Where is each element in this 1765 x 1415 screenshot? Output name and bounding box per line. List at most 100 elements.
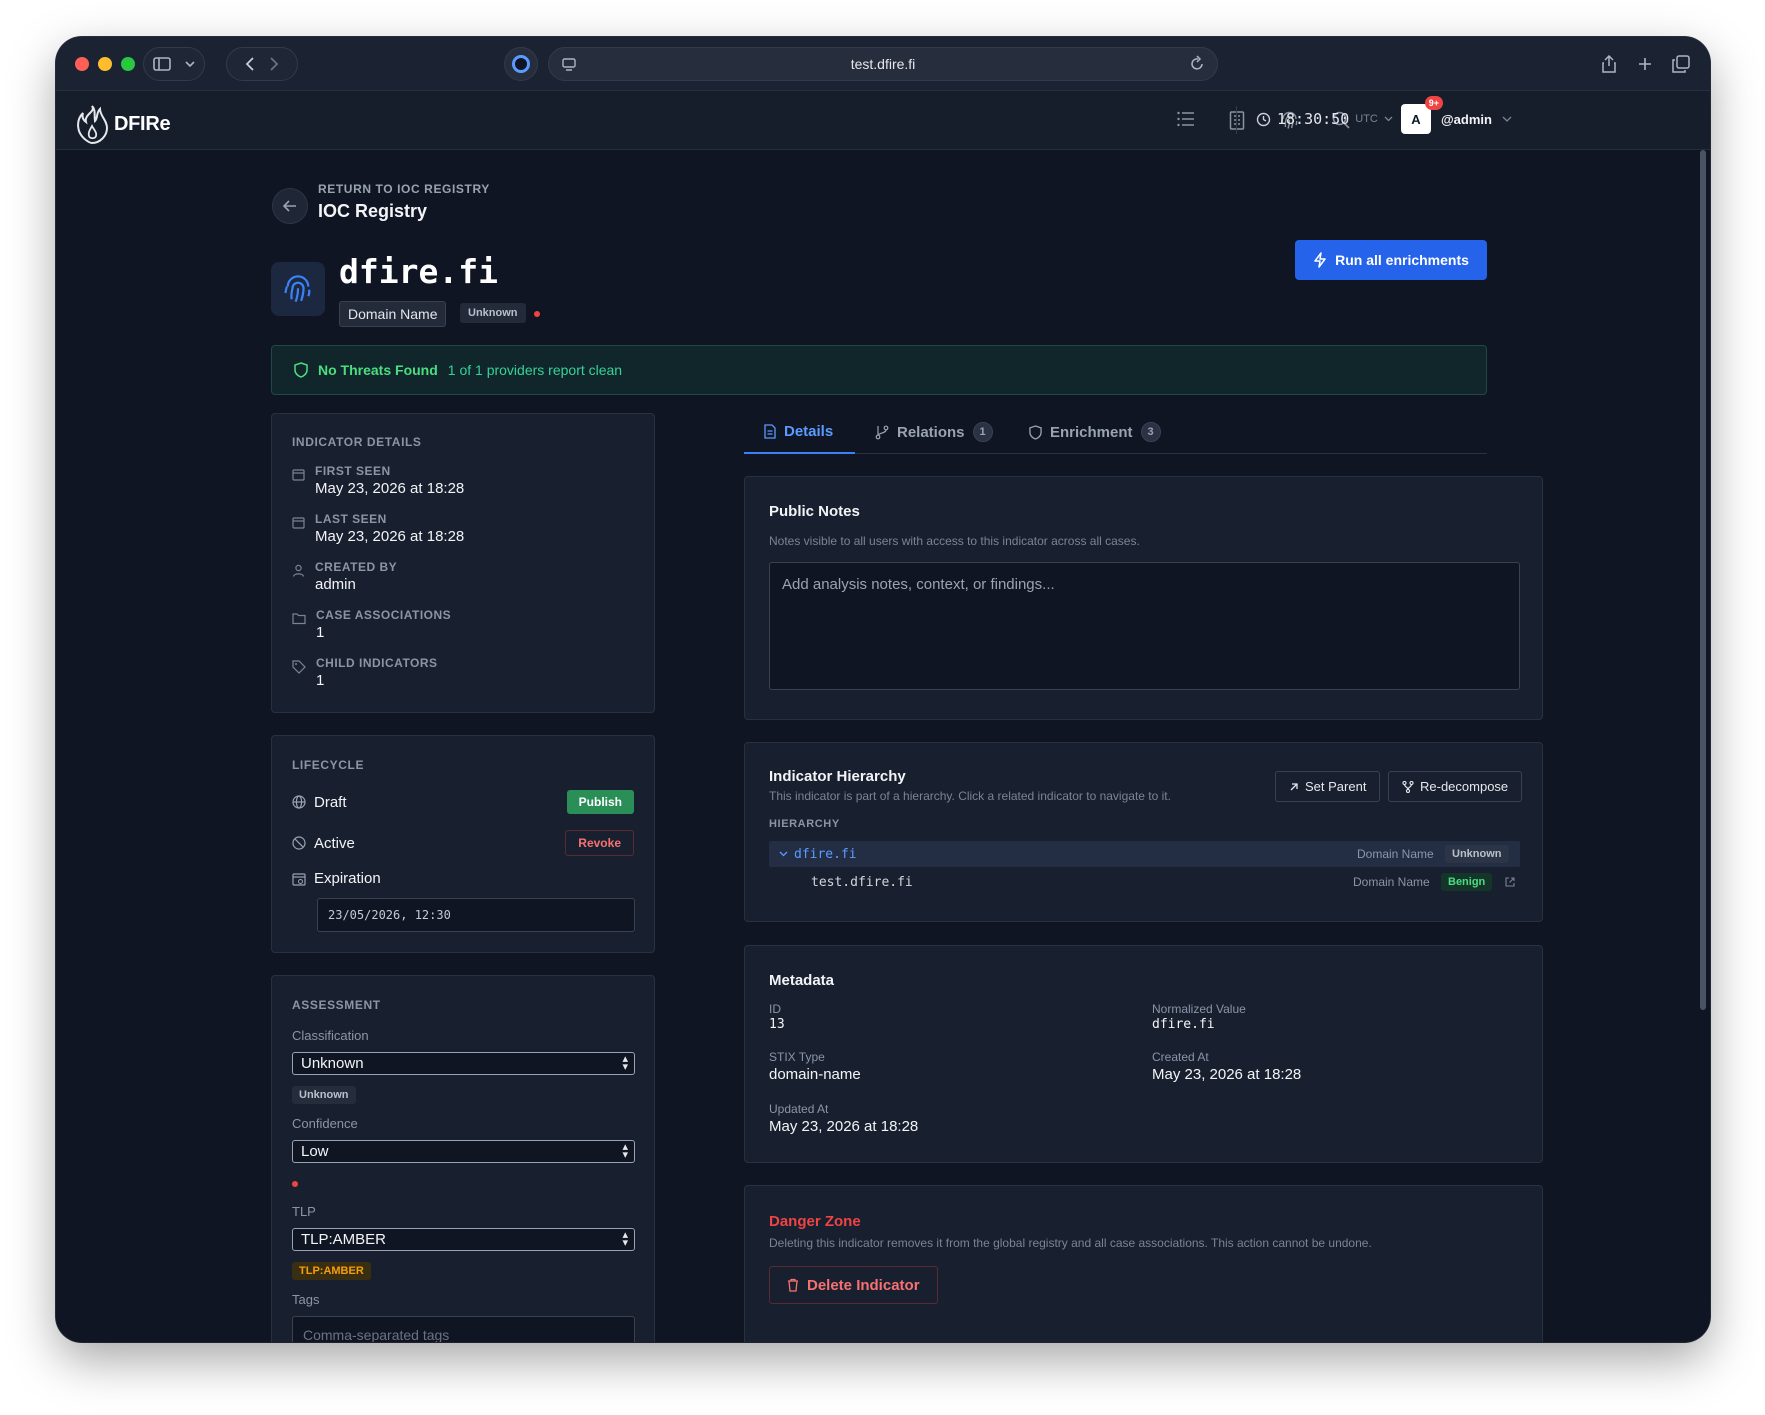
browser-toolbar: test.dfire.fi: [56, 37, 1710, 91]
tlp-badge: TLP:AMBER: [292, 1262, 371, 1280]
back-button[interactable]: [272, 188, 308, 224]
utc-clock[interactable]: 18:30:50 UTC: [1256, 110, 1393, 128]
back-arrow-icon[interactable]: [245, 56, 255, 72]
scrollbar[interactable]: [1700, 150, 1706, 1010]
hierarchy-classification-badge: Unknown: [1445, 845, 1509, 863]
last-seen-value: May 23, 2026 at 18:28: [315, 528, 465, 545]
brand-logo[interactable]: DFIRe: [74, 104, 171, 144]
reload-icon[interactable]: [1189, 55, 1205, 73]
ban-icon: [292, 836, 306, 850]
browser-window: test.dfire.fi DFIRe 18:30:50 UTC A 9+ @a…: [56, 37, 1710, 1342]
metadata-id: 13: [769, 1017, 785, 1032]
chevron-down-icon: [1502, 116, 1512, 122]
danger-zone-card: Danger Zone Deleting this indicator remo…: [744, 1185, 1543, 1342]
indicator-tabs: Details Relations 1 Enrichment 3: [744, 410, 1487, 454]
new-tab-button[interactable]: [1628, 47, 1662, 81]
building-icon[interactable]: [1229, 111, 1245, 130]
tlp-label: TLP: [292, 1204, 316, 1219]
metadata-created-at: May 23, 2026 at 18:28: [1152, 1066, 1302, 1083]
expiration-datetime-input[interactable]: 23/05/2026, 12:30: [317, 898, 635, 932]
arrow-up-right-icon: [1290, 782, 1298, 790]
user-menu[interactable]: A 9+ @admin: [1401, 96, 1512, 134]
tag-icon: [292, 660, 306, 674]
card-heading: INDICATOR DETAILS: [292, 435, 422, 449]
lifecycle-active-row: Active Revoke: [292, 830, 634, 856]
page-settings-icon[interactable]: [561, 56, 577, 72]
arrow-left-icon: [283, 200, 296, 212]
calendar-icon: [292, 517, 305, 529]
hierarchy-type: Domain Name: [1357, 847, 1434, 861]
re-decompose-button[interactable]: Re-decompose: [1388, 771, 1523, 802]
git-branch-icon: [875, 425, 889, 439]
card-title: Metadata: [769, 972, 835, 989]
danger-zone-description: Deleting this indicator removes it from …: [769, 1236, 1372, 1250]
address-bar[interactable]: test.dfire.fi: [548, 47, 1218, 81]
chevron-down-icon[interactable]: [779, 851, 788, 857]
tabs-overview-icon: [1672, 55, 1690, 73]
external-link-icon[interactable]: [1505, 877, 1515, 887]
chevron-down-icon: [185, 61, 195, 68]
username: @admin: [1441, 111, 1492, 127]
tab-relations[interactable]: Relations 1: [875, 410, 993, 454]
notification-badge: 9+: [1424, 96, 1443, 110]
metadata-updated-at: May 23, 2026 at 18:28: [769, 1118, 919, 1135]
indicator-hierarchy-card: Indicator Hierarchy This indicator is pa…: [744, 742, 1543, 922]
tags-input[interactable]: Comma-separated tags: [292, 1316, 635, 1342]
public-notes-textarea[interactable]: Add analysis notes, context, or findings…: [769, 562, 1520, 690]
card-title: Public Notes: [769, 503, 860, 520]
forward-arrow-icon[interactable]: [269, 56, 279, 72]
select-arrows-icon: ▴ ▾: [622, 1141, 628, 1161]
hierarchy-row-child[interactable]: test.dfire.fi Domain Name Benign: [769, 869, 1520, 895]
tab-overview-button[interactable]: [1664, 47, 1698, 81]
breadcrumb-title[interactable]: IOC Registry: [318, 201, 427, 222]
enrichment-count: 3: [1140, 422, 1161, 442]
last-seen-row: LAST SEEN May 23, 2026 at 18:28: [292, 512, 464, 545]
zoom-window-button[interactable]: [121, 57, 135, 71]
created-by-value: admin: [315, 576, 356, 593]
shield-icon: [1029, 424, 1042, 440]
threat-title: No Threats Found: [318, 362, 438, 378]
hierarchy-row-parent[interactable]: dfire.fi Domain Name Unknown: [769, 841, 1520, 867]
card-description: This indicator is part of a hierarchy. C…: [769, 789, 1171, 803]
metadata-normalized-value: dfire.fi: [1152, 1017, 1215, 1032]
app-header: DFIRe 18:30:50 UTC A 9+ @admin: [56, 91, 1710, 150]
clock-timezone: UTC: [1355, 113, 1378, 125]
set-parent-button[interactable]: Set Parent: [1275, 771, 1381, 802]
first-seen-value: May 23, 2026 at 18:28: [315, 480, 465, 497]
tlp-select[interactable]: TLP:AMBER ▴ ▾: [292, 1228, 635, 1251]
indicator-type-badge: Domain Name: [339, 301, 447, 327]
threat-subtitle: 1 of 1 providers report clean: [447, 362, 623, 378]
git-fork-icon: [1402, 780, 1414, 793]
tab-enrichment[interactable]: Enrichment 3: [1029, 410, 1161, 454]
close-window-button[interactable]: [75, 57, 89, 71]
revoke-button[interactable]: Revoke: [565, 830, 634, 856]
main-content: RETURN TO IOC REGISTRY IOC Registry dfir…: [56, 150, 1710, 1342]
clock-time: 18:30:50: [1277, 110, 1350, 128]
calendar-icon: [292, 469, 305, 481]
fingerprint-icon: [284, 275, 311, 303]
sidebar-toggle-button[interactable]: [143, 47, 205, 81]
confidence-select[interactable]: Low ▴ ▾: [292, 1140, 635, 1163]
run-all-enrichments-button[interactable]: Run all enrichments: [1295, 240, 1487, 280]
classification-select[interactable]: Unknown ▴ ▾: [292, 1052, 635, 1075]
created-by-row: CREATED BY admin: [292, 560, 397, 593]
shield-icon: [294, 362, 308, 378]
card-description: Notes visible to all users with access t…: [769, 534, 1140, 548]
hierarchy-type: Domain Name: [1353, 875, 1430, 889]
share-icon: [1602, 55, 1616, 73]
hierarchy-value: test.dfire.fi: [811, 874, 913, 890]
return-link[interactable]: RETURN TO IOC REGISTRY: [318, 182, 490, 196]
delete-indicator-button[interactable]: Delete Indicator: [769, 1266, 938, 1304]
tab-details[interactable]: Details: [744, 410, 855, 454]
assessment-card: ASSESSMENT Classification Unknown ▴ ▾ Unk…: [271, 975, 655, 1342]
confidence-label: Confidence: [292, 1116, 358, 1131]
chevron-down-icon: [1384, 116, 1393, 122]
plus-icon: [1639, 58, 1651, 70]
share-button[interactable]: [1592, 47, 1626, 81]
list-icon[interactable]: [1177, 111, 1195, 127]
lifecycle-card: LIFECYCLE Draft Publish Active Revoke Ex…: [271, 735, 655, 953]
password-manager-icon[interactable]: [504, 47, 538, 81]
lifecycle-expiration-row: Expiration: [292, 870, 634, 887]
minimize-window-button[interactable]: [98, 57, 112, 71]
publish-button[interactable]: Publish: [566, 790, 634, 814]
